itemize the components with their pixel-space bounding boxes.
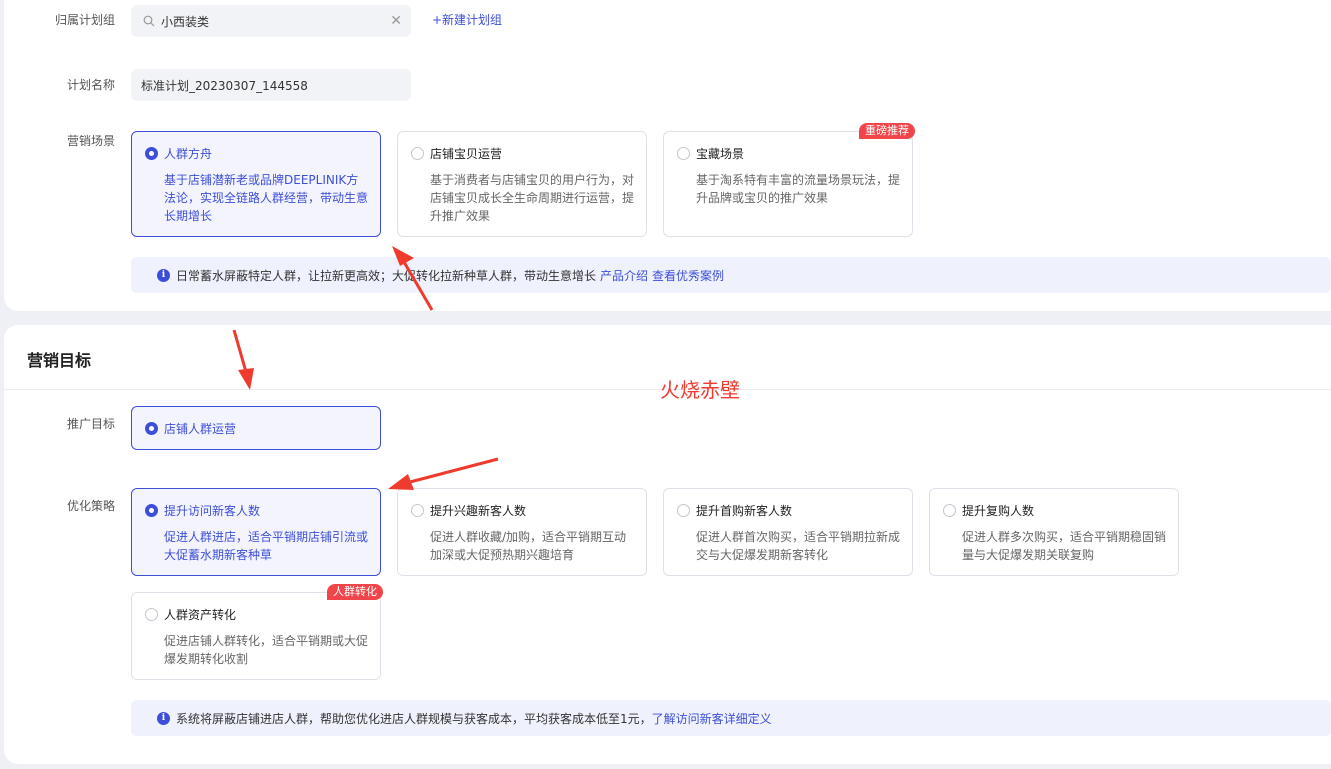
new-customer-definition-link[interactable]: 了解访问新客详细定义 <box>652 710 772 727</box>
radio-selected[interactable] <box>145 504 158 517</box>
promo-goal-title: 店铺人群运营 <box>164 422 237 436</box>
scene-card-crowd-ark[interactable]: 人群方舟 基于店铺潜新老或品牌DEEPLINIK方法论，实现全链路人群经营，带动… <box>131 131 381 237</box>
strategy-card-title: 提升首购新客人数 <box>696 504 793 518</box>
radio-unselected[interactable] <box>411 504 424 517</box>
radio-selected[interactable] <box>145 147 158 160</box>
plan-group-value: 小西装类 <box>161 14 210 29</box>
strategy-card-asset-conversion[interactable]: 人群资产转化 促进店铺人群转化，适合平销期或大促爆发期转化收割 <box>131 592 381 680</box>
strategy-card-title: 提升复购人数 <box>962 504 1035 518</box>
scene-card-desc: 基于消费者与店铺宝贝的用户行为，对店铺宝贝成长全生命周期进行运营，提升推广效果 <box>430 173 635 223</box>
scene-label: 营销场景 <box>66 134 115 148</box>
promo-goal-card[interactable]: 店铺人群运营 <box>131 406 381 450</box>
crowd-conversion-badge: 人群转化 <box>327 584 383 600</box>
scene-card-title: 宝藏场景 <box>696 147 745 161</box>
radio-unselected[interactable] <box>411 147 424 160</box>
plan-name-value: 标准计划_20230307_144558 <box>141 78 308 93</box>
scene-card-desc: 基于淘系特有丰富的流量场景玩法，提升品牌或宝贝的推广效果 <box>696 173 901 205</box>
info-icon: i <box>157 268 170 282</box>
promo-goal-label: 推广目标 <box>66 417 115 431</box>
strategy-tip-text: 系统将屏蔽店铺进店人群，帮助您优化进店人群规模与获客成本，平均获客成本低至1元， <box>176 711 652 726</box>
plan-name-input[interactable]: 标准计划_20230307_144558 <box>131 69 411 101</box>
new-plan-group-link[interactable]: +新建计划组 <box>432 11 502 28</box>
section-title: 营销目标 <box>27 351 92 370</box>
scene-card-treasure[interactable]: 宝藏场景 基于淘系特有丰富的流量场景玩法，提升品牌或宝贝的推广效果 <box>663 131 913 237</box>
strategy-card-title: 提升访问新客人数 <box>164 504 261 518</box>
recommend-badge: 重磅推荐 <box>859 123 915 139</box>
scene-card-title: 人群方舟 <box>164 147 213 161</box>
search-icon <box>143 15 155 27</box>
strategy-card-interest-new[interactable]: 提升兴趣新客人数 促进人群收藏/加购，适合平销期互动加深或大促预热期兴趣培育 <box>397 488 647 576</box>
strategy-tip: i 系统将屏蔽店铺进店人群，帮助您优化进店人群规模与获客成本，平均获客成本低至1… <box>131 700 1331 736</box>
scene-tip: i 日常蓄水屏蔽特定人群，让拉新更高效；大促转化拉新种草人群，带动生意增长 产品… <box>131 257 1331 293</box>
scene-card-desc: 基于店铺潜新老或品牌DEEPLINIK方法论，实现全链路人群经营，带动生意长期增… <box>164 173 369 223</box>
info-icon: i <box>157 711 170 725</box>
plan-group-label: 归属计划组 <box>54 13 115 27</box>
scene-card-title: 店铺宝贝运营 <box>430 147 503 161</box>
radio-unselected[interactable] <box>943 504 956 517</box>
strategy-card-desc: 促进店铺人群转化，适合平销期或大促爆发期转化收割 <box>164 634 369 666</box>
view-cases-link[interactable]: 查看优秀案例 <box>652 267 724 284</box>
radio-unselected[interactable] <box>677 504 690 517</box>
scene-tip-text: 日常蓄水屏蔽特定人群，让拉新更高效；大促转化拉新种草人群，带动生意增长 <box>176 268 597 283</box>
strategy-card-desc: 促进人群收藏/加购，适合平销期互动加深或大促预热期兴趣培育 <box>430 530 627 562</box>
strategy-card-visit-new[interactable]: 提升访问新客人数 促进人群进店，适合平销期店铺引流或大促蓄水期新客种草 <box>131 488 381 576</box>
strategy-card-desc: 促进人群多次购买，适合平销期稳固销量与大促爆发期关联复购 <box>962 530 1167 562</box>
strategy-card-desc: 促进人群进店，适合平销期店铺引流或大促蓄水期新客种草 <box>164 530 369 562</box>
annotation-text: 火烧赤壁 <box>660 378 740 402</box>
strategy-card-title: 提升兴趣新客人数 <box>430 504 527 518</box>
product-intro-link[interactable]: 产品介绍 <box>600 267 648 284</box>
clear-icon[interactable]: ✕ <box>390 13 402 29</box>
radio-unselected[interactable] <box>677 147 690 160</box>
strategy-card-first-purchase[interactable]: 提升首购新客人数 促进人群首次购买，适合平销期拉新成交与大促爆发期新客转化 <box>663 488 913 576</box>
plan-name-label: 计划名称 <box>66 78 115 92</box>
radio-unselected[interactable] <box>145 608 158 621</box>
plan-group-search-input[interactable]: 小西装类 ✕ <box>131 5 411 37</box>
strategy-label: 优化策略 <box>66 499 115 513</box>
strategy-card-desc: 促进人群首次购买，适合平销期拉新成交与大促爆发期新客转化 <box>696 530 901 562</box>
strategy-card-repurchase[interactable]: 提升复购人数 促进人群多次购买，适合平销期稳固销量与大促爆发期关联复购 <box>929 488 1179 576</box>
strategy-card-title: 人群资产转化 <box>164 608 237 622</box>
scene-card-shop-item[interactable]: 店铺宝贝运营 基于消费者与店铺宝贝的用户行为，对店铺宝贝成长全生命周期进行运营，… <box>397 131 647 237</box>
radio-selected[interactable] <box>145 422 158 435</box>
